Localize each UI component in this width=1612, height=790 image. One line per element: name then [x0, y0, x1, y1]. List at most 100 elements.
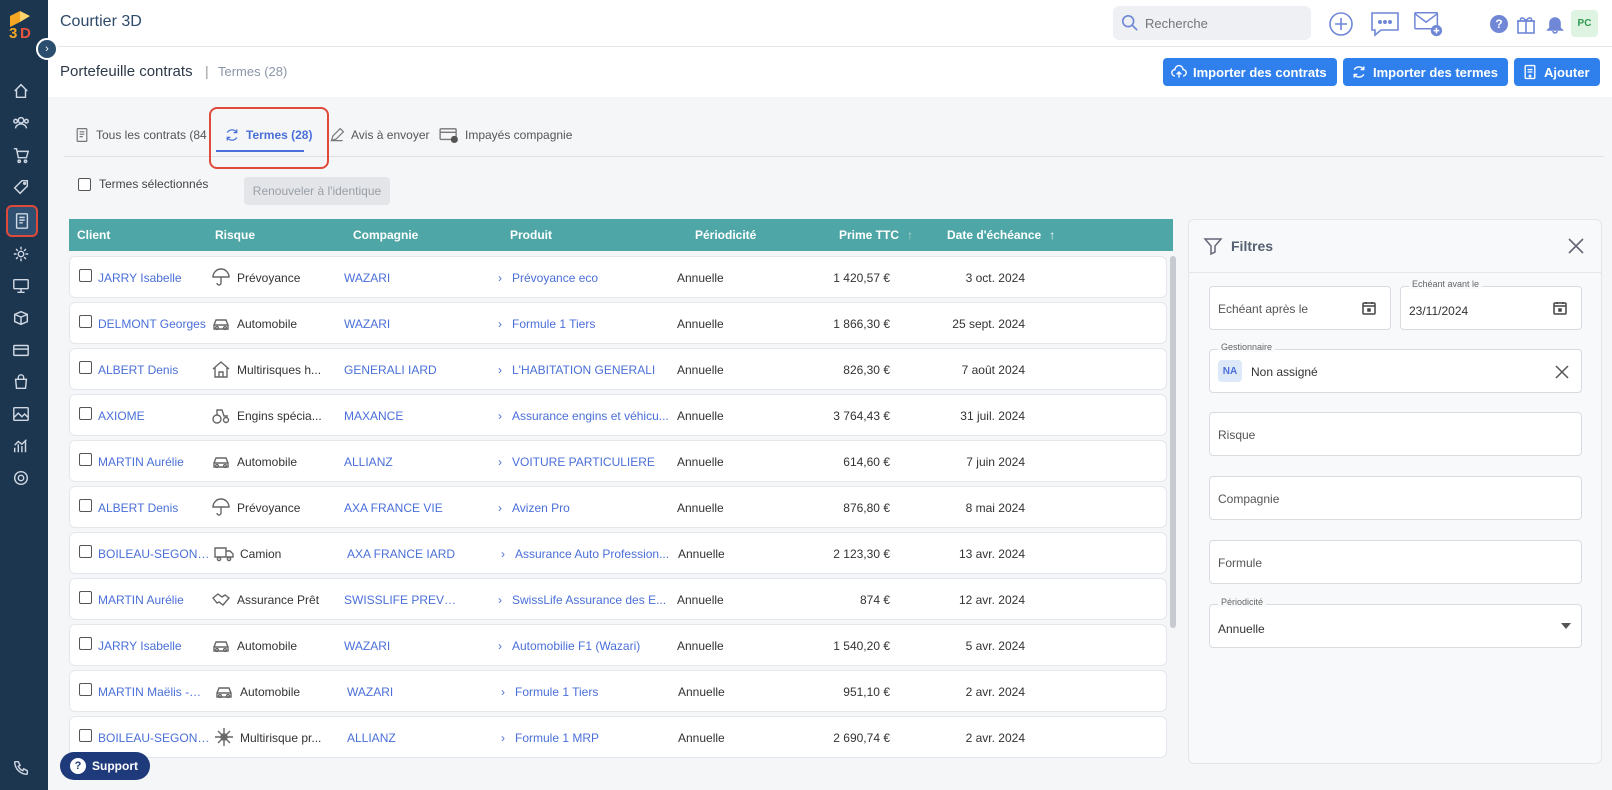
- company-link[interactable]: AXA FRANCE IARD: [347, 547, 467, 561]
- col-period[interactable]: Périodicité: [695, 228, 756, 242]
- period-select[interactable]: Périodicité Annuelle: [1209, 597, 1582, 648]
- client-link[interactable]: JARRY Isabelle: [98, 639, 210, 653]
- user-avatar[interactable]: PC: [1571, 10, 1598, 37]
- row-checkbox[interactable]: [79, 315, 92, 328]
- company-link[interactable]: WAZARI: [344, 639, 464, 653]
- chevron-right-icon[interactable]: ›: [498, 455, 502, 469]
- cart-icon[interactable]: [10, 144, 32, 166]
- product-link[interactable]: Formule 1 Tiers: [515, 685, 675, 699]
- company-link[interactable]: WAZARI: [344, 317, 464, 331]
- table-row[interactable]: JARRY Isabelle Automobile WAZARI › Automobil…: [69, 624, 1167, 666]
- row-checkbox[interactable]: [79, 591, 92, 604]
- product-link[interactable]: L'HABITATION GENERALI: [512, 363, 672, 377]
- chevron-right-icon[interactable]: ›: [498, 271, 502, 285]
- logo-icon[interactable]: D 3: [6, 8, 40, 42]
- client-link[interactable]: MARTIN Aurélie: [98, 593, 210, 607]
- table-row[interactable]: ALBERT Denis Prévoyance AXA FRANCE VIE › Avi…: [69, 486, 1167, 528]
- col-client[interactable]: Client: [77, 228, 110, 242]
- home-icon[interactable]: [10, 80, 32, 102]
- chat-icon[interactable]: [1370, 9, 1400, 39]
- tag-icon[interactable]: [10, 176, 32, 198]
- chevron-right-icon[interactable]: ›: [498, 317, 502, 331]
- presentation-icon[interactable]: [10, 275, 32, 297]
- chevron-right-icon[interactable]: ›: [498, 409, 502, 423]
- company-link[interactable]: GENERALI IARD: [344, 363, 464, 377]
- table-row[interactable]: JARRY Isabelle Prévoyance WAZARI › Prévoyanc…: [69, 256, 1167, 298]
- product-link[interactable]: Prévoyance eco: [512, 271, 672, 285]
- client-link[interactable]: BOILEAU-SEGONZA...: [98, 547, 210, 561]
- card-icon[interactable]: [10, 339, 32, 361]
- chevron-right-icon[interactable]: ›: [498, 363, 502, 377]
- company-filter-input[interactable]: Compagnie: [1209, 476, 1582, 520]
- tab-all-contracts[interactable]: Tous les contrats (84: [74, 112, 207, 157]
- client-link[interactable]: DELMONT Georges: [98, 317, 210, 331]
- gift-icon[interactable]: [1511, 9, 1541, 39]
- col-risk[interactable]: Risque: [215, 228, 255, 242]
- row-checkbox[interactable]: [79, 545, 92, 558]
- users-icon[interactable]: [10, 112, 32, 134]
- help-icon[interactable]: ?: [1484, 9, 1514, 39]
- tab-unpaid[interactable]: Impayés compagnie: [439, 112, 572, 157]
- product-link[interactable]: Avizen Pro: [512, 501, 672, 515]
- table-row[interactable]: ALBERT Denis Multirisques h... GENERALI IA…: [69, 348, 1167, 390]
- table-row[interactable]: BOILEAU-SEGONZA... Camion AXA FRANCE IARD ›…: [69, 532, 1167, 574]
- company-link[interactable]: ALLIANZ: [344, 455, 464, 469]
- client-link[interactable]: ALBERT Denis: [98, 363, 210, 377]
- row-checkbox[interactable]: [79, 499, 92, 512]
- chevron-right-icon[interactable]: ›: [501, 547, 505, 561]
- chevron-right-icon[interactable]: ›: [501, 685, 505, 699]
- clear-icon[interactable]: [1555, 365, 1569, 379]
- sort-arrow-icon[interactable]: ↑: [1049, 228, 1055, 242]
- import-terms-button[interactable]: Importer des termes: [1343, 58, 1508, 86]
- product-link[interactable]: Assurance Auto Profession...: [515, 547, 675, 561]
- tab-notices[interactable]: Avis à envoyer: [329, 112, 430, 157]
- gear-icon[interactable]: [10, 243, 32, 265]
- client-link[interactable]: ALBERT Denis: [98, 501, 210, 515]
- company-link[interactable]: WAZARI: [344, 271, 464, 285]
- image-icon[interactable]: [10, 403, 32, 425]
- product-link[interactable]: Formule 1 MRP: [515, 731, 675, 745]
- select-all-checkbox[interactable]: [78, 177, 91, 191]
- table-row[interactable]: MARTIN Aurélie Assurance Prêt SWISSLIFE PR…: [69, 578, 1167, 620]
- table-row[interactable]: MARTIN Maëlis -Gaë... Automobile WAZARI › Fo…: [69, 670, 1167, 712]
- box-icon[interactable]: [10, 307, 32, 329]
- import-contracts-button[interactable]: Importer des contrats: [1163, 58, 1337, 86]
- client-link[interactable]: JARRY Isabelle: [98, 271, 210, 285]
- bell-icon[interactable]: [1540, 9, 1570, 39]
- col-product[interactable]: Produit: [510, 228, 552, 242]
- select-terms[interactable]: Termes sélectionnés: [78, 177, 208, 191]
- settings-icon[interactable]: [10, 467, 32, 489]
- col-due-date[interactable]: Date d'échéance ↑: [947, 228, 1055, 242]
- table-row[interactable]: BOILEAU-SEGONZA... Multirisque pr... ALLIA…: [69, 716, 1167, 758]
- company-link[interactable]: SWISSLIFE PREVOY...: [344, 593, 464, 607]
- col-premium[interactable]: Prime TTC ↑: [839, 228, 913, 242]
- table-row[interactable]: MARTIN Aurélie Automobile ALLIANZ › VOITURE …: [69, 440, 1167, 482]
- client-link[interactable]: MARTIN Aurélie: [98, 455, 210, 469]
- client-link[interactable]: AXIOME: [98, 409, 210, 423]
- company-link[interactable]: AXA FRANCE VIE: [344, 501, 464, 515]
- company-link[interactable]: ALLIANZ: [347, 731, 467, 745]
- product-link[interactable]: VOITURE PARTICULIERE: [512, 455, 672, 469]
- risk-filter-input[interactable]: Risque: [1209, 412, 1582, 456]
- row-checkbox[interactable]: [79, 361, 92, 374]
- manager-field[interactable]: Gestionnaire NA Non assigné: [1209, 342, 1582, 393]
- search-input[interactable]: [1145, 15, 1295, 31]
- col-company[interactable]: Compagnie: [353, 228, 418, 242]
- renew-button[interactable]: Renouveler à l'identique: [244, 177, 390, 205]
- stats-icon[interactable]: [10, 435, 32, 457]
- calendar-icon[interactable]: [1553, 301, 1567, 318]
- bag-icon[interactable]: [10, 371, 32, 393]
- row-checkbox[interactable]: [79, 269, 92, 282]
- client-link[interactable]: MARTIN Maëlis -Gaë...: [98, 685, 210, 699]
- mail-add-icon[interactable]: [1413, 9, 1443, 39]
- table-row[interactable]: DELMONT Georges Automobile WAZARI › Formule …: [69, 302, 1167, 344]
- chevron-right-icon[interactable]: ›: [501, 731, 505, 745]
- chevron-right-icon[interactable]: ›: [498, 639, 502, 653]
- add-circle-icon[interactable]: [1326, 9, 1356, 39]
- formula-filter-input[interactable]: Formule: [1209, 540, 1582, 584]
- due-before-field[interactable]: Echéant avant le 23/11/2024: [1400, 279, 1582, 330]
- product-link[interactable]: Formule 1 Tiers: [512, 317, 672, 331]
- company-link[interactable]: WAZARI: [347, 685, 467, 699]
- product-link[interactable]: Automobilie F1 (Wazari): [512, 639, 672, 653]
- company-link[interactable]: MAXANCE: [344, 409, 464, 423]
